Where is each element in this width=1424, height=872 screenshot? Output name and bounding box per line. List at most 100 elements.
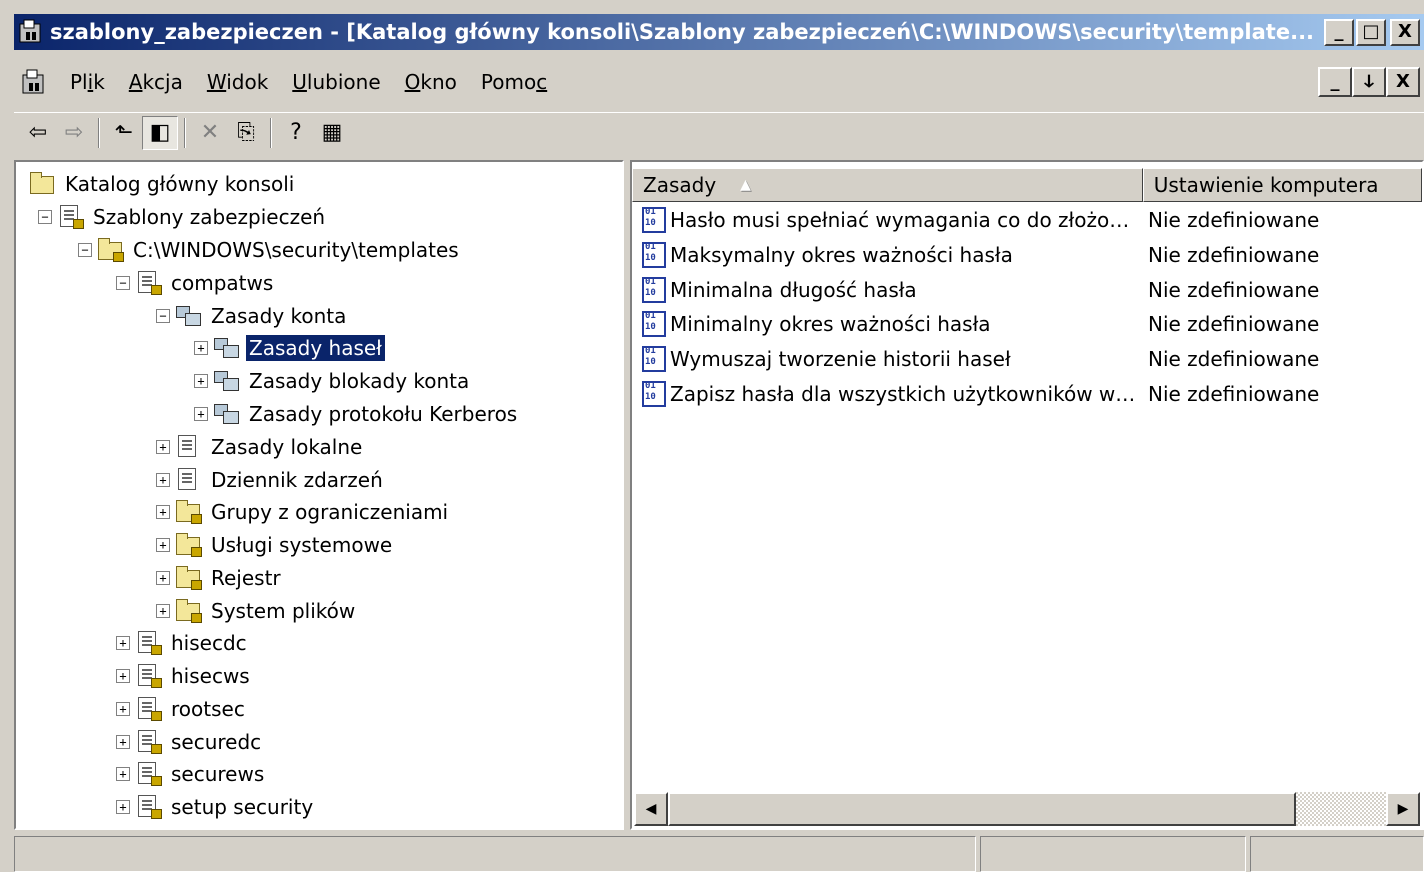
menu-okno[interactable]: Okno	[393, 70, 469, 94]
locked-folder-icon	[176, 566, 202, 590]
expand-toggle[interactable]: +	[116, 702, 130, 716]
show-hide-tree-button[interactable]: ◧	[142, 115, 178, 150]
expand-toggle[interactable]: +	[116, 800, 130, 814]
collapse-toggle[interactable]: −	[156, 309, 170, 323]
expand-toggle[interactable]: +	[156, 473, 170, 487]
menu-pomoc[interactable]: Pomoc	[469, 70, 559, 94]
tree-item-console-root[interactable]: Katalog główny konsoli	[30, 169, 297, 199]
tree-item-setup-security[interactable]: + setup security	[116, 792, 316, 822]
tree-item-label: securews	[171, 762, 265, 786]
console-document-icon[interactable]	[20, 67, 50, 97]
child-restore-button[interactable]: ↆ	[1352, 67, 1386, 97]
tree-item-rejestr[interactable]: + Rejestr	[156, 563, 284, 593]
properties-icon: ▦	[321, 120, 343, 145]
column-header-ustawienie-komputera[interactable]: Ustawienie komputera	[1142, 168, 1422, 202]
tree-item-label: rootsec	[171, 697, 245, 721]
column-header-zasady[interactable]: Zasady ▲	[632, 168, 1143, 202]
policy-name: Maksymalny okres ważności hasła	[670, 243, 1013, 267]
maximize-button[interactable]: □	[1356, 18, 1386, 46]
maximize-icon: □	[1362, 21, 1380, 42]
scroll-left-button[interactable]: ◀	[634, 792, 668, 826]
collapse-toggle[interactable]: −	[116, 276, 130, 290]
tree-item-zasady-hasel[interactable]: + Zasady haseł	[194, 333, 386, 363]
expand-toggle[interactable]: +	[116, 735, 130, 749]
tree-item-security-templates[interactable]: − Szablony zabezpieczeń	[38, 202, 328, 232]
tree-item-compatws[interactable]: − compatws	[116, 268, 276, 298]
tree-item-label: compatws	[171, 271, 274, 295]
collapse-toggle[interactable]: −	[38, 210, 52, 224]
policy-document-icon	[176, 435, 202, 459]
expand-toggle[interactable]: +	[194, 374, 208, 388]
policy-name: Minimalna długość hasła	[670, 278, 917, 302]
list-item[interactable]: Hasło musi spełniać wymagania co do złoż…	[642, 204, 1412, 236]
menu-widok[interactable]: Widok	[195, 70, 280, 94]
help-button[interactable]: ?	[278, 116, 314, 150]
template-file-icon	[136, 730, 162, 754]
tree-item-zasady-blokady-konta[interactable]: + Zasady blokady konta	[194, 366, 472, 396]
back-button[interactable]: ⇦	[20, 116, 56, 150]
tree-item-securews[interactable]: + securews	[116, 759, 267, 789]
child-minimize-button[interactable]: _	[1318, 67, 1352, 97]
tree-item-rootsec[interactable]: + rootsec	[116, 694, 248, 724]
menu-plik[interactable]: Plik	[58, 70, 117, 94]
list-item[interactable]: Wymuszaj tworzenie historii haseł Nie zd…	[642, 343, 1412, 375]
collapse-toggle[interactable]: −	[78, 243, 92, 257]
policy-computers-icon	[214, 402, 240, 426]
scrollbar-track[interactable]	[1296, 792, 1386, 826]
horizontal-scrollbar[interactable]: ◀ ▶	[634, 792, 1420, 826]
policy-computers-icon	[214, 369, 240, 393]
back-arrow-icon: ⇦	[28, 120, 48, 145]
expand-toggle[interactable]: +	[116, 767, 130, 781]
scroll-right-button[interactable]: ▶	[1386, 792, 1420, 826]
expand-toggle[interactable]: +	[156, 440, 170, 454]
tree-item-hisecdc[interactable]: + hisecdc	[116, 628, 250, 658]
delete-button[interactable]: ✕	[192, 116, 228, 150]
window-title: szablony_zabezpieczen - [Katalog główny …	[50, 20, 1315, 44]
expand-toggle[interactable]: +	[156, 538, 170, 552]
list-item[interactable]: Minimalna długość hasła Nie zdefiniowane	[642, 274, 1412, 306]
tree-item-label: Zasady haseł	[245, 334, 386, 362]
close-button[interactable]: X	[1390, 18, 1420, 46]
tree-item-zasady-kerberos[interactable]: + Zasady protokołu Kerberos	[194, 399, 520, 429]
tree-item-system-plikow[interactable]: + System plików	[156, 596, 358, 626]
up-one-level-button[interactable]: ⬑	[106, 116, 142, 150]
status-bar	[14, 836, 1424, 872]
menu-ulubione[interactable]: Ulubione	[280, 70, 392, 94]
locked-folder-icon	[176, 599, 202, 623]
minimize-icon: _	[1334, 21, 1344, 42]
policy-setting-value: Nie zdefiniowane	[1148, 312, 1320, 336]
expand-toggle[interactable]: +	[156, 571, 170, 585]
list-item[interactable]: Minimalny okres ważności hasła Nie zdefi…	[642, 308, 1412, 340]
expand-toggle[interactable]: +	[194, 341, 208, 355]
console-tree[interactable]: Katalog główny konsoli − Szablony zabezp…	[14, 160, 624, 830]
export-list-button[interactable]: ⎘	[228, 116, 264, 150]
status-panel-2	[980, 836, 1246, 872]
expand-toggle[interactable]: +	[116, 669, 130, 683]
expand-toggle[interactable]: +	[194, 407, 208, 421]
tree-item-grupy-z-ograniczeniami[interactable]: + Grupy z ograniczeniami	[156, 497, 451, 527]
tree-item-label: hisecdc	[171, 631, 247, 655]
properties-button[interactable]: ▦	[314, 116, 350, 150]
tree-item-zasady-konta[interactable]: − Zasady konta	[156, 301, 349, 331]
template-file-icon	[136, 664, 162, 688]
forward-button[interactable]: ⇨	[56, 116, 92, 150]
menu-akcja[interactable]: Akcja	[117, 70, 195, 94]
tree-item-zasady-lokalne[interactable]: + Zasady lokalne	[156, 432, 365, 462]
list-item[interactable]: Zapisz hasła dla wszystkich użytkowników…	[642, 378, 1412, 410]
tree-item-uslugi-systemowe[interactable]: + Usługi systemowe	[156, 530, 395, 560]
minimize-button[interactable]: _	[1324, 18, 1354, 46]
expand-toggle[interactable]: +	[156, 505, 170, 519]
expand-toggle[interactable]: +	[116, 636, 130, 650]
tree-item-dziennik-zdarzen[interactable]: + Dziennik zdarzeń	[156, 465, 386, 495]
list-item[interactable]: Maksymalny okres ważności hasła Nie zdef…	[642, 239, 1412, 271]
security-template-snapin-icon	[58, 205, 84, 229]
policy-setting-value: Nie zdefiniowane	[1148, 278, 1320, 302]
expand-toggle[interactable]: +	[156, 604, 170, 618]
tree-item-hisecws[interactable]: + hisecws	[116, 661, 253, 691]
scrollbar-thumb[interactable]	[668, 792, 1296, 826]
close-icon: X	[1396, 71, 1410, 92]
child-close-button[interactable]: X	[1386, 67, 1420, 97]
tree-item-securedc[interactable]: + securedc	[116, 727, 264, 757]
details-list[interactable]: Zasady ▲ Ustawienie komputera Hasło musi…	[630, 160, 1424, 830]
tree-item-templates-path[interactable]: − C:\WINDOWS\security\templates	[78, 235, 462, 265]
